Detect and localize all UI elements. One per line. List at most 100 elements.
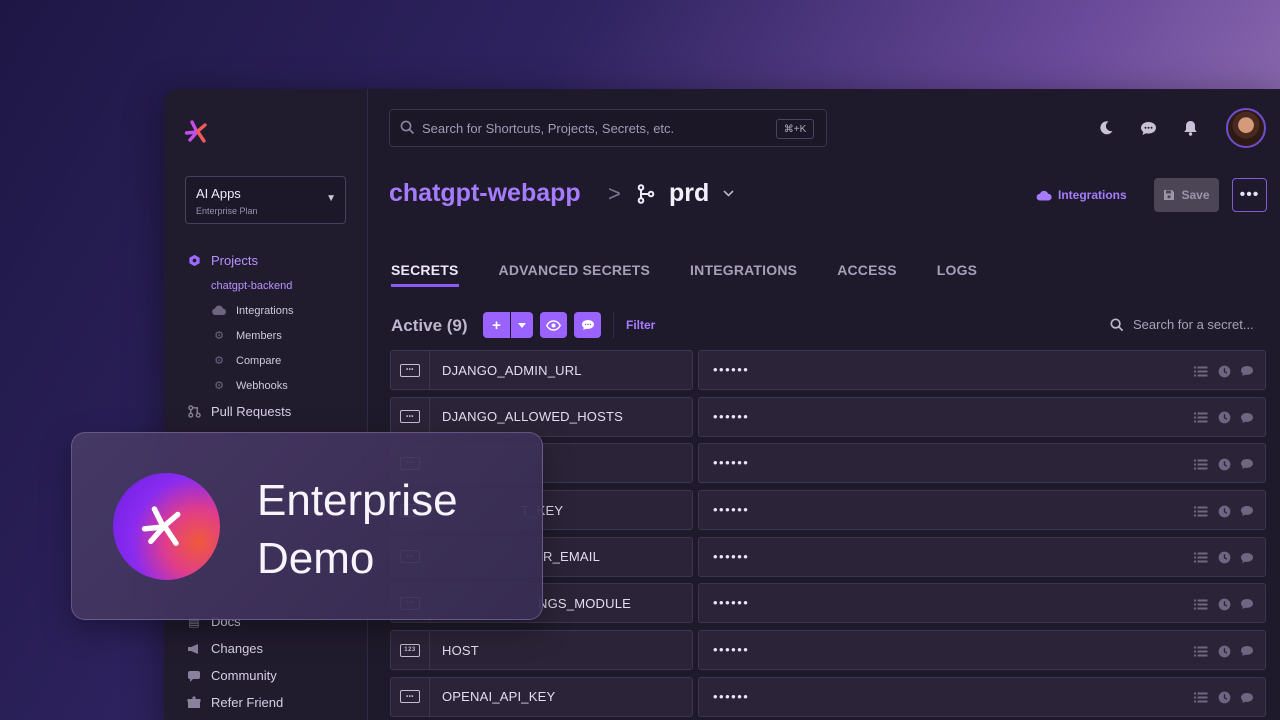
chevron-down-icon[interactable] [723, 188, 734, 200]
comment-icon[interactable] [1239, 363, 1255, 379]
clock-icon[interactable] [1216, 550, 1232, 566]
clock-icon[interactable] [1216, 503, 1232, 519]
secret-value-cell[interactable]: •••••• [698, 676, 1266, 717]
sidebar-item-pull-requests[interactable]: Pull Requests [186, 399, 293, 424]
sidebar-item-compare[interactable]: ⚙ Compare [211, 348, 293, 373]
clock-icon[interactable] [1216, 690, 1232, 706]
breadcrumb-project[interactable]: chatgpt-webapp [389, 179, 581, 208]
masked-value: •••••• [713, 688, 750, 704]
doppler-logo-icon[interactable] [184, 117, 214, 147]
secret-value-cell[interactable]: •••••• [698, 490, 1266, 531]
secret-name: R_EMAIL [543, 549, 601, 565]
comment-icon[interactable] [1239, 456, 1255, 472]
org-switcher[interactable]: AI Apps Enterprise Plan ▼ [185, 176, 346, 224]
string-type-icon[interactable]: ••• [391, 396, 430, 437]
secret-value-cell[interactable]: •••••• [698, 396, 1266, 437]
clock-icon[interactable] [1216, 456, 1232, 472]
list-icon[interactable] [1193, 596, 1209, 612]
secret-name-cell[interactable]: ••• DJANGO_ALLOWED_HOSTS [390, 396, 693, 437]
string-type-badge: ••• [400, 410, 420, 424]
clock-icon[interactable] [1216, 643, 1232, 659]
sidebar-item-webhooks[interactable]: ⚙ Webhooks [211, 373, 293, 398]
integrations-link[interactable]: Integrations [1036, 188, 1127, 202]
sidebar-item-members[interactable]: ⚙ Members [211, 323, 293, 348]
sidebar-current-project[interactable]: chatgpt-backend [211, 273, 293, 298]
overlay-title: Enterprise Demo [257, 472, 458, 588]
masked-value: •••••• [713, 595, 750, 611]
sidebar-item-projects[interactable]: Projects [186, 248, 293, 273]
comment-icon [581, 320, 594, 330]
moon-icon[interactable] [1096, 118, 1116, 138]
table-row: ••• OPENAI_API_KEY •••••• [390, 676, 1266, 717]
row-actions [1186, 456, 1255, 472]
list-icon[interactable] [1193, 456, 1209, 472]
tab-advanced-secrets[interactable]: ADVANCED SECRETS [499, 262, 651, 287]
sidebar-item-label: Webhooks [236, 379, 288, 392]
sidebar-item-label: Pull Requests [211, 404, 292, 419]
list-icon[interactable] [1193, 643, 1209, 659]
sidebar-nav: Projects chatgpt-backend Integrations ⚙ … [186, 248, 293, 424]
secret-name-cell[interactable]: 123 HOST [390, 630, 693, 671]
tab-logs[interactable]: LOGS [937, 262, 977, 287]
secrets-toolbar: + Filter [483, 312, 655, 338]
overlay-title-line1: Enterprise [257, 476, 458, 525]
list-icon[interactable] [1193, 363, 1209, 379]
add-options-dropdown[interactable] [511, 312, 533, 338]
sidebar-bottom-nav: ▤ Docs Changes Community Refer Friend [186, 608, 283, 716]
user-avatar[interactable] [1226, 108, 1266, 148]
comment-icon[interactable] [1239, 503, 1255, 519]
string-type-icon[interactable]: ••• [391, 350, 430, 390]
org-name: AI Apps [196, 186, 241, 201]
secret-value-cell[interactable]: •••••• [698, 583, 1266, 624]
breadcrumb-environment[interactable]: prd [669, 179, 709, 208]
branch-icon [637, 184, 655, 209]
enterprise-demo-card: Enterprise Demo [71, 432, 543, 620]
list-icon[interactable] [1193, 550, 1209, 566]
search-icon [400, 120, 415, 140]
sidebar-item-refer-friend[interactable]: Refer Friend [186, 689, 283, 716]
clock-icon[interactable] [1216, 596, 1232, 612]
secret-search-input[interactable]: Search for a secret... [1110, 317, 1254, 332]
secret-value-cell[interactable]: •••••• [698, 630, 1266, 671]
table-row: 123 HOST •••••• [390, 630, 1266, 671]
filter-button[interactable]: Filter [626, 318, 655, 332]
secret-value-cell[interactable]: •••••• [698, 443, 1266, 484]
tab-secrets[interactable]: SECRETS [391, 262, 459, 287]
bell-icon[interactable] [1180, 118, 1200, 138]
comment-icon[interactable] [1239, 643, 1255, 659]
secret-value-cell[interactable]: •••••• [698, 350, 1266, 390]
tab-access[interactable]: ACCESS [837, 262, 897, 287]
sidebar-item-changes[interactable]: Changes [186, 635, 283, 662]
clock-icon[interactable] [1216, 363, 1232, 379]
sidebar-item-integrations[interactable]: Integrations [211, 298, 293, 323]
save-button[interactable]: Save [1154, 178, 1219, 212]
secret-value-cell[interactable]: •••••• [698, 536, 1266, 577]
comment-icon[interactable] [1239, 690, 1255, 706]
list-icon[interactable] [1193, 690, 1209, 706]
string-type-badge: ••• [400, 690, 420, 704]
sidebar-item-community[interactable]: Community [186, 662, 283, 689]
string-type-icon[interactable]: ••• [391, 676, 430, 717]
sidebar-item-label: Integrations [236, 304, 294, 317]
list-icon[interactable] [1193, 410, 1209, 426]
secret-name: NGS_MODULE [538, 595, 632, 611]
comment-icon[interactable] [1239, 550, 1255, 566]
reveal-toggle-button[interactable] [540, 312, 567, 338]
secret-name-cell[interactable]: ••• DJANGO_ADMIN_URL [390, 350, 693, 390]
sidebar-item-label: Community [211, 668, 277, 683]
chat-bubble-icon[interactable] [1138, 118, 1158, 138]
clock-icon[interactable] [1216, 410, 1232, 426]
more-options-button[interactable]: ••• [1232, 178, 1267, 212]
list-icon[interactable] [1193, 503, 1209, 519]
add-secret-button[interactable]: + [483, 312, 510, 338]
secret-name: HOST [442, 642, 479, 658]
comment-icon[interactable] [1239, 596, 1255, 612]
comment-icon[interactable] [1239, 410, 1255, 426]
tab-integrations[interactable]: INTEGRATIONS [690, 262, 797, 287]
number-type-badge: 123 [400, 643, 420, 657]
global-search-input[interactable]: Search for Shortcuts, Projects, Secrets,… [389, 109, 827, 147]
secret-name-cell[interactable]: ••• OPENAI_API_KEY [390, 676, 693, 717]
number-type-icon[interactable]: 123 [391, 630, 430, 671]
secret-name: DJANGO_ADMIN_URL [442, 362, 582, 378]
notes-toggle-button[interactable] [574, 312, 601, 338]
